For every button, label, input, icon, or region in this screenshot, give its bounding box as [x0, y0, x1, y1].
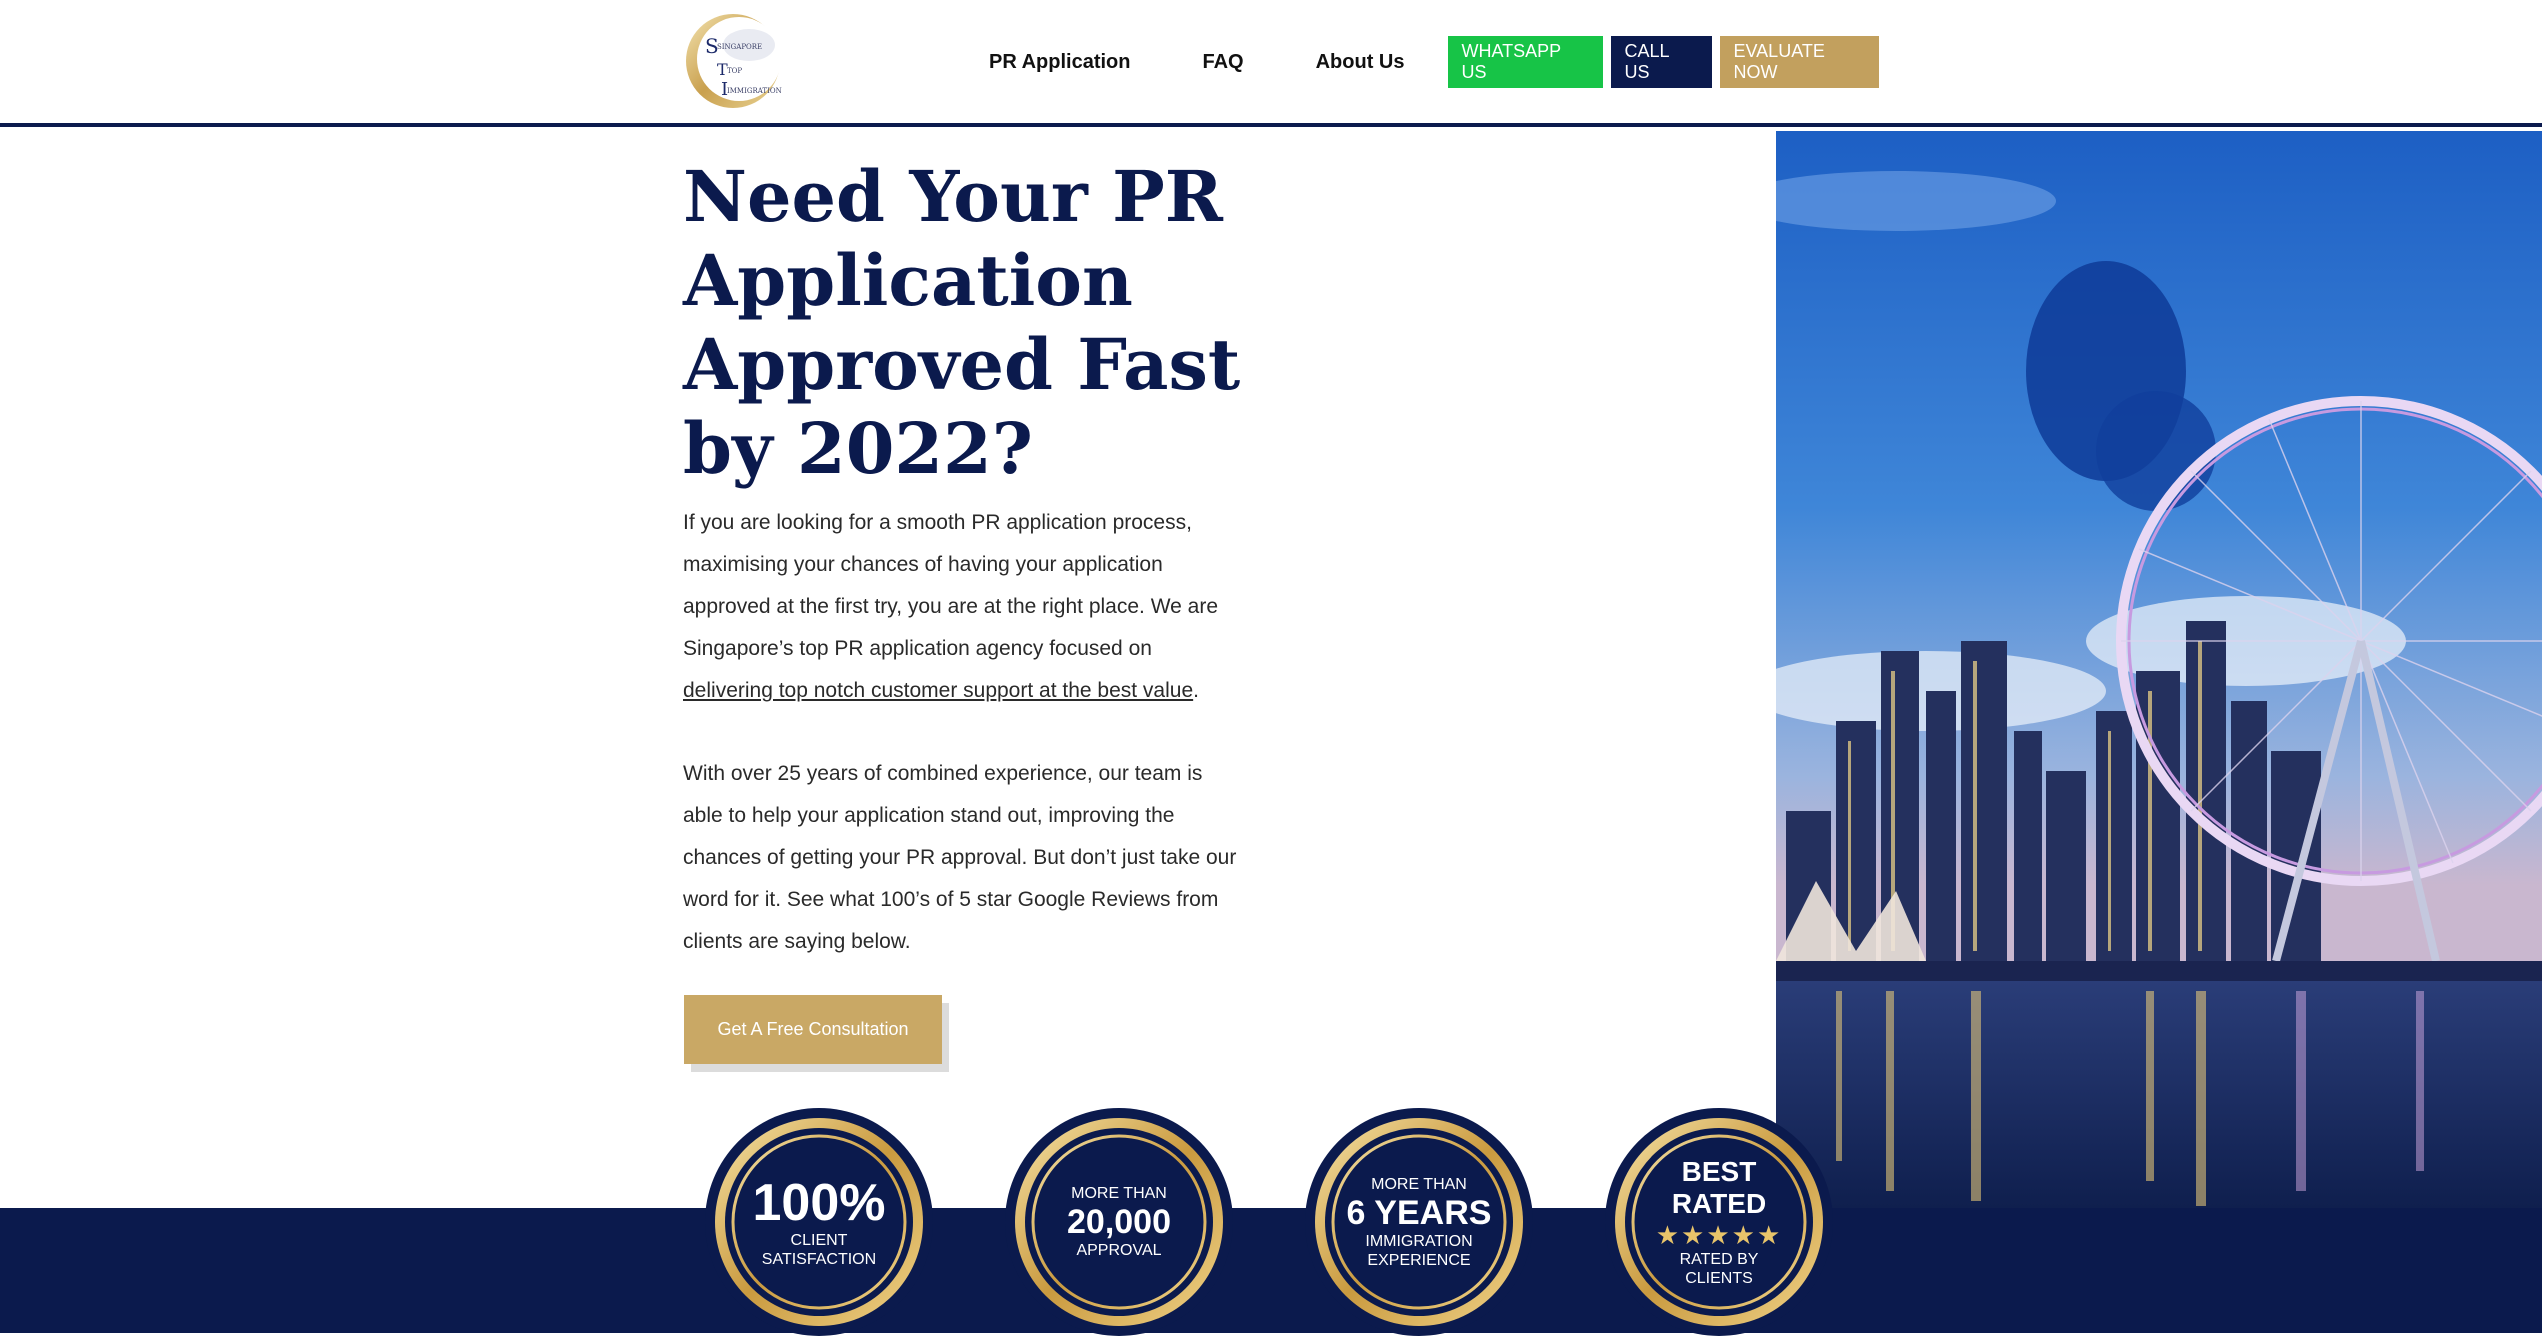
call-button[interactable]: CALL US — [1610, 36, 1712, 88]
hero-headline: Need Your PR Application Approved Fast b… — [683, 155, 1241, 490]
badge-label-line1: CLIENT — [790, 1232, 848, 1249]
svg-text:SINGAPORE: SINGAPORE — [717, 43, 762, 51]
svg-text:TOP: TOP — [727, 67, 742, 75]
badge-title-line2: RATED — [1671, 1188, 1767, 1219]
main-nav: PR Application FAQ About Us WHATSAPP US … — [960, 36, 1879, 88]
nav-pr-application[interactable]: PR Application — [989, 51, 1130, 74]
evaluate-button[interactable]: EVALUATE NOW — [1719, 36, 1879, 88]
svg-text:IMMIGRATION: IMMIGRATION — [727, 87, 782, 95]
badge-label-line1: RATED BY — [1679, 1251, 1759, 1268]
nav-faq[interactable]: FAQ — [1202, 51, 1243, 74]
badge-label-line2: EXPERIENCE — [1367, 1251, 1471, 1269]
singapore-skyline-image — [1776, 131, 2542, 1208]
badge-best-rated: BEST RATED ★★★★★ RATED BY CLIENTS — [1599, 1108, 1839, 1336]
badge-value: 20,000 — [1067, 1203, 1171, 1241]
whatsapp-button[interactable]: WHATSAPP US — [1447, 36, 1603, 88]
badge-client-satisfaction: 100% CLIENT SATISFACTION — [699, 1108, 939, 1336]
badge-approvals: MORE THAN 20,000 APPROVAL — [999, 1108, 1239, 1336]
hero-experience-paragraph: With over 25 years of combined experienc… — [683, 762, 1237, 953]
customer-support-link[interactable]: delivering top notch customer support at… — [683, 679, 1193, 702]
nav-about-us[interactable]: About Us — [1316, 51, 1405, 74]
badge-experience: MORE THAN 6 YEARS IMMIGRATION EXPERIENCE — [1299, 1108, 1539, 1336]
hero-intro-paragraph: If you are looking for a smooth PR appli… — [683, 511, 1218, 702]
site-logo[interactable]: S T I SINGAPORE TOP IMMIGRATION — [683, 11, 783, 111]
badge-value: 100% — [752, 1174, 886, 1232]
badge-prefix: MORE THAN — [1371, 1175, 1467, 1193]
badge-label-line2: SATISFACTION — [761, 1251, 877, 1268]
badge-prefix: MORE THAN — [1071, 1185, 1167, 1202]
badge-label-line1: IMMIGRATION — [1365, 1232, 1473, 1250]
badge-title-line1: BEST — [1681, 1156, 1757, 1187]
badge-label-line1: APPROVAL — [1076, 1242, 1162, 1259]
badge-value: 6 YEARS — [1346, 1193, 1492, 1232]
badge-label-line2: CLIENTS — [1685, 1270, 1753, 1287]
stats-band — [0, 1208, 2542, 1336]
site-header: S T I SINGAPORE TOP IMMIGRATION PR Appli… — [0, 0, 2542, 127]
free-consultation-button[interactable]: Get A Free Consultation — [684, 995, 942, 1064]
five-star-icon: ★★★★★ — [1655, 1220, 1783, 1250]
